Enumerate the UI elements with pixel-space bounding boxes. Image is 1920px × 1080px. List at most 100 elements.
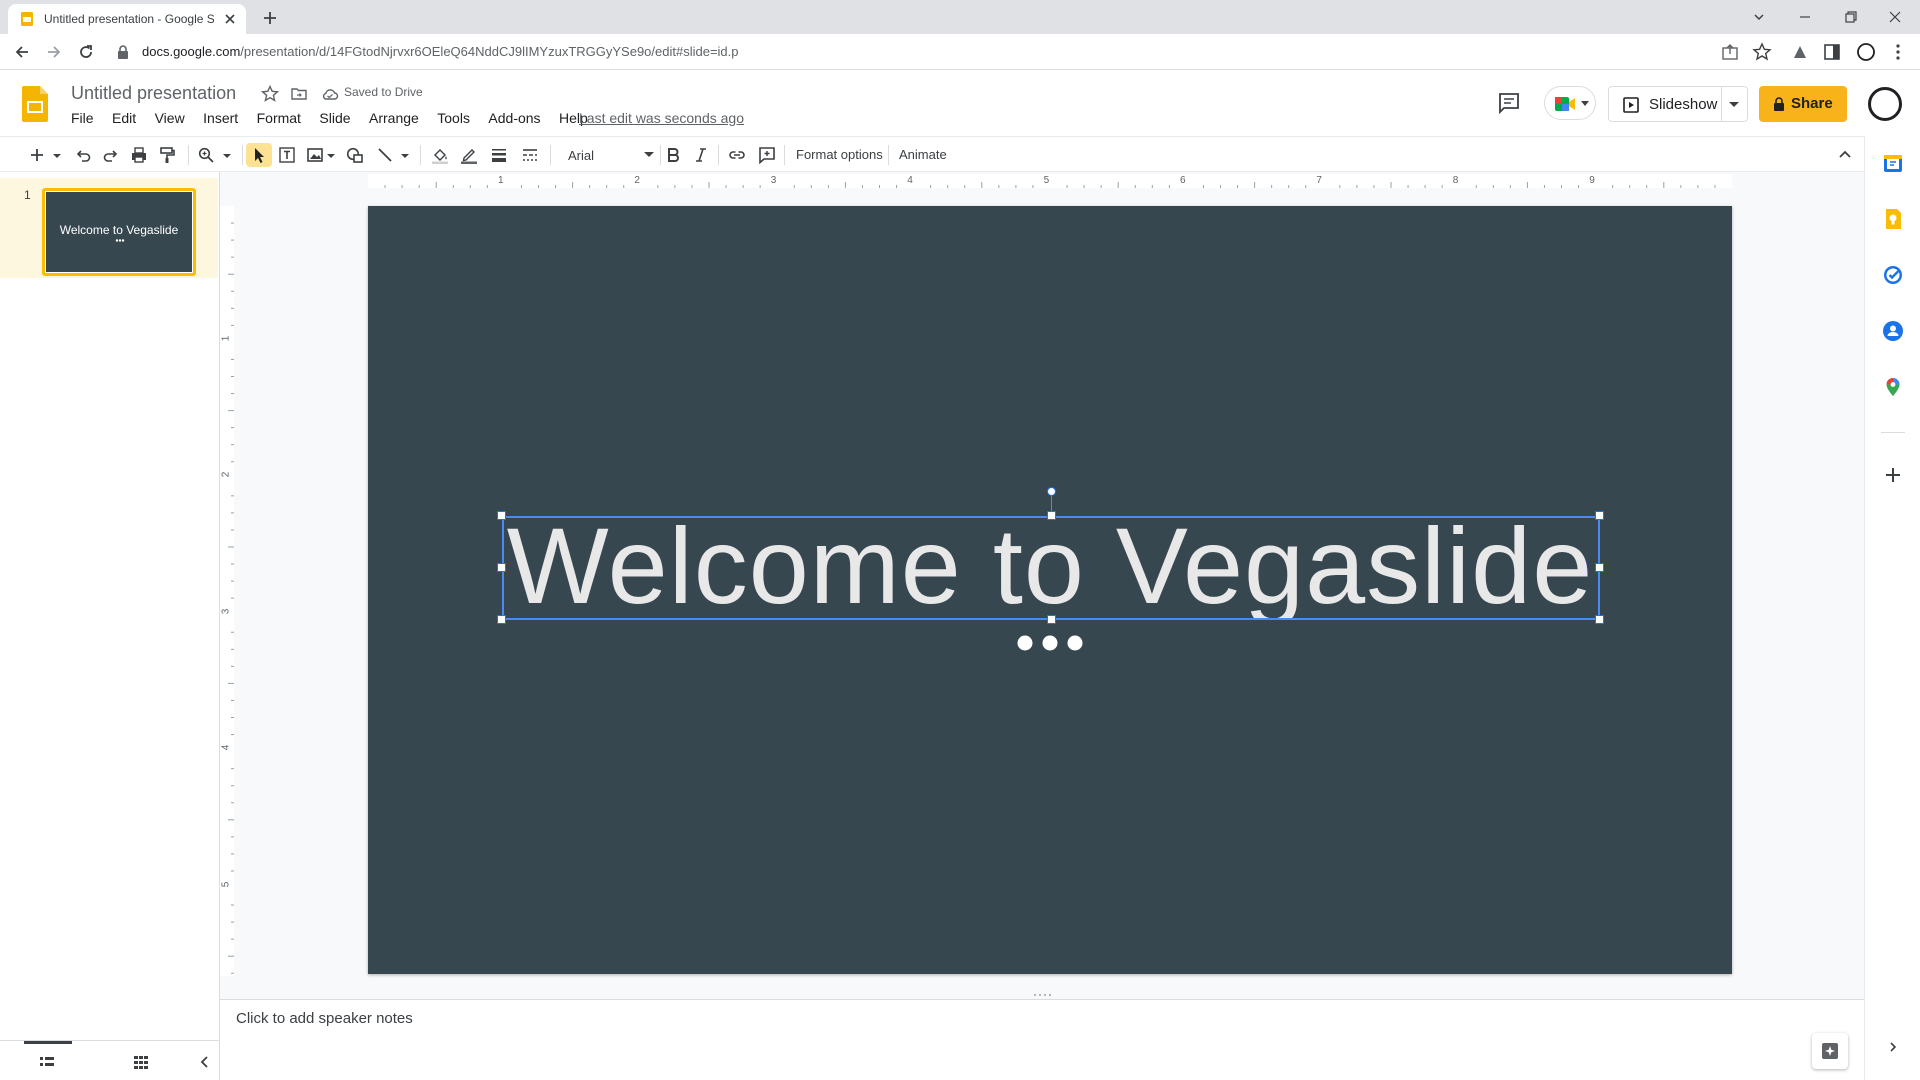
slide-thumbnail[interactable]: Welcome to Vegaslide bbox=[42, 188, 196, 276]
lock-icon[interactable] bbox=[116, 44, 130, 60]
back-icon[interactable] bbox=[12, 42, 32, 62]
comment-history-icon[interactable] bbox=[1497, 92, 1521, 114]
forward-icon[interactable] bbox=[44, 42, 64, 62]
menu-format[interactable]: Format bbox=[257, 110, 301, 126]
tasks-icon[interactable] bbox=[1882, 264, 1904, 286]
hide-side-panel-icon[interactable] bbox=[1886, 1040, 1900, 1054]
restore-icon[interactable] bbox=[1840, 6, 1862, 28]
document-title[interactable]: Untitled presentation bbox=[71, 83, 236, 104]
menu-slide[interactable]: Slide bbox=[319, 110, 350, 126]
font-select[interactable]: Arial bbox=[560, 144, 660, 166]
italic-icon[interactable] bbox=[692, 146, 710, 164]
filmstrip-slide-row[interactable]: 1 Welcome to Vegaslide bbox=[0, 178, 218, 278]
grid-view-icon[interactable] bbox=[132, 1053, 150, 1071]
side-panel-icon[interactable] bbox=[1822, 42, 1842, 62]
text-box-icon[interactable] bbox=[278, 146, 296, 164]
rotation-handle[interactable] bbox=[1047, 487, 1056, 496]
cloud-saved-icon[interactable] bbox=[321, 85, 339, 103]
zoom-icon[interactable] bbox=[197, 146, 215, 164]
shape-icon[interactable] bbox=[346, 146, 364, 164]
new-slide-layout-chevron-icon[interactable] bbox=[52, 146, 62, 164]
menu-addons[interactable]: Add-ons bbox=[488, 110, 540, 126]
horizontal-ruler-number: 6 bbox=[1180, 175, 1186, 186]
contacts-icon[interactable] bbox=[1882, 320, 1904, 342]
menu-arrange[interactable]: Arrange bbox=[369, 110, 419, 126]
resize-handle-nw[interactable] bbox=[497, 511, 506, 520]
border-dash-icon[interactable] bbox=[521, 146, 539, 164]
redo-icon[interactable] bbox=[102, 146, 120, 164]
collapse-filmstrip-icon[interactable] bbox=[196, 1053, 214, 1071]
url-field[interactable]: docs.google.com/presentation/d/14FGtodNj… bbox=[142, 44, 739, 59]
new-tab-icon[interactable] bbox=[260, 8, 280, 28]
vertical-ruler-number: 2 bbox=[220, 472, 232, 478]
get-addons-icon[interactable] bbox=[1882, 464, 1904, 486]
account-avatar[interactable] bbox=[1868, 87, 1902, 121]
last-edit-link[interactable]: Last edit was seconds ago bbox=[579, 110, 744, 126]
speaker-notes[interactable]: Click to add speaker notes bbox=[220, 1000, 1864, 1080]
image-chevron-icon[interactable] bbox=[326, 146, 336, 164]
comment-icon[interactable] bbox=[758, 146, 776, 164]
toolbar-divider bbox=[888, 145, 889, 165]
profile-icon[interactable] bbox=[1856, 42, 1876, 62]
meet-button[interactable] bbox=[1544, 86, 1596, 120]
keep-icon[interactable] bbox=[1882, 208, 1904, 230]
new-slide-icon[interactable] bbox=[28, 146, 46, 164]
print-icon[interactable] bbox=[130, 146, 148, 164]
share-button[interactable]: Share bbox=[1759, 86, 1847, 122]
vertical-ruler bbox=[220, 206, 234, 976]
collapse-menus-icon[interactable] bbox=[1836, 146, 1854, 164]
share-page-icon[interactable] bbox=[1720, 42, 1740, 62]
star-icon[interactable] bbox=[261, 85, 279, 103]
resize-handle-e[interactable] bbox=[1595, 563, 1604, 572]
explore-button[interactable] bbox=[1812, 1033, 1848, 1069]
move-folder-icon[interactable] bbox=[290, 85, 308, 103]
line-chevron-icon[interactable] bbox=[400, 146, 410, 164]
zoom-chevron-icon[interactable] bbox=[222, 146, 232, 164]
menu-insert[interactable]: Insert bbox=[203, 110, 238, 126]
link-icon[interactable] bbox=[728, 146, 746, 164]
horizontal-ruler-number: 4 bbox=[907, 175, 913, 186]
tab-search-icon[interactable] bbox=[1748, 6, 1770, 28]
calendar-icon[interactable] bbox=[1882, 152, 1904, 174]
paint-format-icon[interactable] bbox=[158, 146, 176, 164]
border-color-icon[interactable] bbox=[460, 146, 478, 164]
maps-icon[interactable] bbox=[1882, 376, 1904, 398]
format-options-button[interactable]: Format options bbox=[796, 147, 883, 162]
resize-handle-s[interactable] bbox=[1047, 615, 1056, 624]
menu-tools[interactable]: Tools bbox=[437, 110, 470, 126]
toolbar-divider bbox=[242, 145, 243, 165]
resize-handle-n[interactable] bbox=[1047, 511, 1056, 520]
menu-view[interactable]: View bbox=[155, 110, 185, 126]
slides-logo-icon[interactable] bbox=[22, 86, 48, 122]
undo-icon[interactable] bbox=[74, 146, 92, 164]
line-icon[interactable] bbox=[376, 146, 394, 164]
filmstrip: 1 Welcome to Vegaslide bbox=[0, 172, 220, 1040]
browser-menu-icon[interactable] bbox=[1888, 42, 1908, 62]
close-window-icon[interactable] bbox=[1884, 6, 1906, 28]
reload-icon[interactable] bbox=[76, 42, 96, 62]
notes-resize-grip[interactable] bbox=[220, 990, 1864, 1000]
slideshow-options-icon[interactable] bbox=[1729, 102, 1739, 108]
resize-handle-se[interactable] bbox=[1595, 615, 1604, 624]
bookmark-star-icon[interactable] bbox=[1752, 42, 1772, 62]
resize-handle-ne[interactable] bbox=[1595, 511, 1604, 520]
filmstrip-view-icon[interactable] bbox=[38, 1053, 56, 1071]
extension-icon[interactable] bbox=[1790, 42, 1810, 62]
menu-edit[interactable]: Edit bbox=[112, 110, 136, 126]
minimize-icon[interactable] bbox=[1794, 6, 1816, 28]
browser-tab[interactable]: Untitled presentation - Google Sl bbox=[8, 4, 246, 34]
image-icon[interactable] bbox=[306, 146, 324, 164]
thumbnail-title: Welcome to Vegaslide bbox=[59, 223, 179, 237]
resize-handle-w[interactable] bbox=[497, 563, 506, 572]
side-panel-divider bbox=[1881, 432, 1905, 433]
slide[interactable]: Welcome to Vegaslide bbox=[368, 206, 1732, 974]
menu-file[interactable]: File bbox=[71, 110, 94, 126]
bold-icon[interactable] bbox=[664, 146, 682, 164]
border-weight-icon[interactable] bbox=[490, 146, 508, 164]
animate-button[interactable]: Animate bbox=[899, 147, 947, 162]
select-cursor-icon[interactable] bbox=[250, 146, 268, 164]
resize-handle-sw[interactable] bbox=[497, 615, 506, 624]
close-tab-icon[interactable] bbox=[222, 11, 238, 27]
slideshow-button[interactable]: Slideshow bbox=[1608, 86, 1748, 122]
fill-color-icon[interactable] bbox=[431, 146, 449, 164]
